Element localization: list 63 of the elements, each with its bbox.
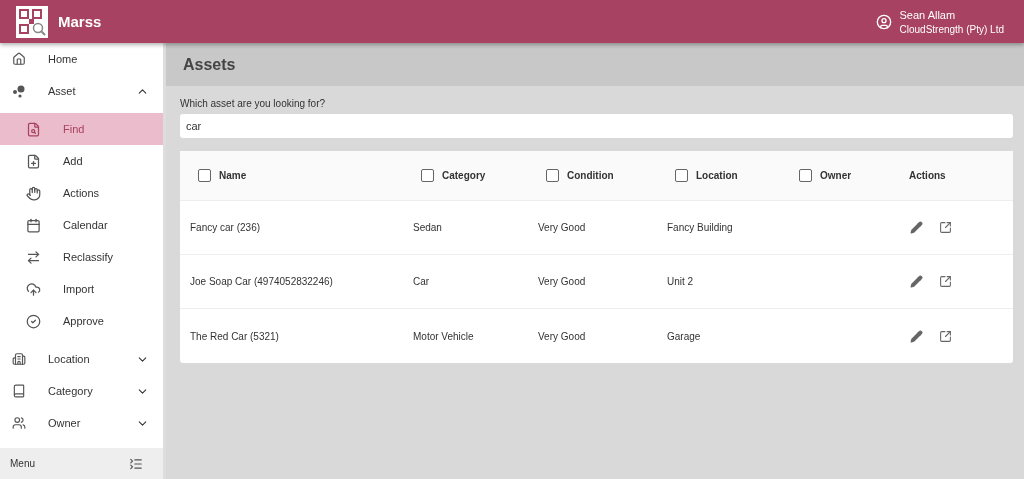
column-header: Actions xyxy=(909,170,946,181)
table-cell-text: Very Good xyxy=(538,276,587,287)
column-checkbox[interactable] xyxy=(421,169,434,182)
sidebar-subitem[interactable]: Reclassify xyxy=(0,241,163,273)
table-cell-text: Motor Vehicle xyxy=(413,330,475,342)
dots-icon xyxy=(12,84,26,98)
page-title: Assets xyxy=(183,55,236,74)
edit-icon[interactable] xyxy=(910,329,923,343)
open-external-icon[interactable] xyxy=(939,329,952,343)
sidebar-item[interactable]: Owner xyxy=(0,407,163,439)
edit-icon[interactable] xyxy=(910,221,923,234)
table-cell-text: Sedan xyxy=(413,222,443,233)
sidebar-subitem-icon xyxy=(26,185,41,201)
logo-icon xyxy=(16,5,48,38)
column-header: Category xyxy=(442,170,486,181)
user-avatar-icon[interactable] xyxy=(875,13,892,30)
sidebar-item[interactable]: Category xyxy=(0,375,163,407)
sidebar-subitem[interactable]: Import xyxy=(0,273,163,305)
edit-icon[interactable] xyxy=(910,275,923,288)
column-checkbox[interactable] xyxy=(675,169,688,182)
menu-label: Menu xyxy=(10,458,35,469)
table-cell-text: Unit 2 xyxy=(667,276,695,287)
search-label: Which asset are you looking for? xyxy=(180,98,327,109)
table-cell-text: Fancy Building xyxy=(667,222,734,233)
sidebar-subitem-icon xyxy=(26,281,41,297)
sidebar-subitem-icon xyxy=(26,313,41,329)
table-cell-text: The Red Car (5321) xyxy=(190,330,280,342)
column-checkbox[interactable] xyxy=(198,169,211,182)
column-header: Name xyxy=(219,170,247,181)
table-cell-text: Fancy car (236) xyxy=(190,222,262,233)
sidebar-item-icon xyxy=(12,52,26,66)
column-checkbox[interactable] xyxy=(799,169,812,182)
company-name: CloudStrength (Pty) Ltd xyxy=(899,23,1004,35)
sidebar-subitem-icon xyxy=(26,153,41,169)
sidebar-subitem[interactable]: Approve xyxy=(0,305,163,337)
table-cell-text: Garage xyxy=(667,330,702,342)
column-checkbox[interactable] xyxy=(546,169,559,182)
sidebar-item[interactable]: Asset xyxy=(0,75,163,107)
sidebar-item[interactable]: Location xyxy=(0,343,163,375)
sidebar-item-icon xyxy=(12,416,26,430)
user-name: Sean Allam xyxy=(899,8,957,21)
sidebar-subitem[interactable]: Add xyxy=(0,145,163,177)
column-header: Owner xyxy=(820,170,852,181)
sidebar-subitem-icon xyxy=(26,249,41,265)
collapse-menu-icon[interactable] xyxy=(129,456,143,471)
sidebar-subitem[interactable]: Calendar xyxy=(0,209,163,241)
open-external-icon[interactable] xyxy=(939,275,952,288)
app-title: Marss xyxy=(58,13,103,30)
sidebar-item-icon xyxy=(12,352,26,366)
sidebar-subitem-icon xyxy=(26,121,41,137)
sidebar-subitem-icon xyxy=(26,217,41,233)
table-cell-text: Very Good xyxy=(538,330,587,342)
open-external-icon[interactable] xyxy=(939,221,952,234)
table-cell-text: Joe Soap Car (4974052832246) xyxy=(190,276,334,287)
table-cell-text: Car xyxy=(413,276,431,287)
table-cell-text: Very Good xyxy=(538,222,587,233)
sidebar-subitem[interactable]: Actions xyxy=(0,177,163,209)
sidebar-item[interactable]: Home xyxy=(0,43,163,75)
search-field[interactable]: car xyxy=(180,114,1013,138)
column-header: Condition xyxy=(567,170,614,181)
sidebar-item-icon xyxy=(12,384,26,398)
column-header: Location xyxy=(696,170,738,181)
sidebar-subitem[interactable]: Find xyxy=(0,113,163,145)
